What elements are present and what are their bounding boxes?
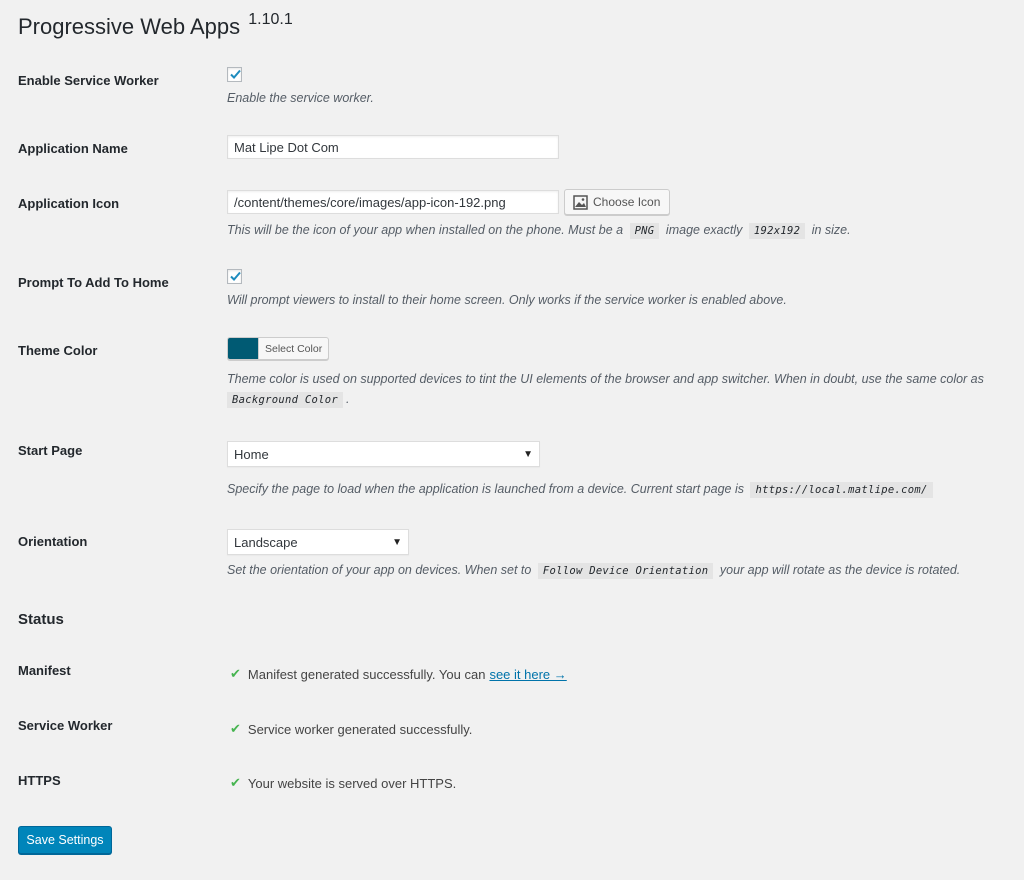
prompt-home-checkbox[interactable] [227, 269, 242, 289]
service-worker-label: Enable Service Worker [18, 73, 159, 88]
theme-color-description: Theme color is used on supported devices… [227, 369, 1017, 410]
status-heading: Status [18, 611, 64, 628]
service-worker-status-text: Service worker generated successfully. [247, 721, 473, 737]
start-page-value: Home [234, 446, 269, 462]
success-check-icon: ✔ [230, 775, 241, 790]
app-icon-desc-3: in size. [811, 223, 851, 237]
chevron-down-icon: ▼ [392, 536, 402, 548]
theme-color-desc-1: Theme color is used on supported devices… [227, 372, 984, 386]
manifest-status-text: Manifest generated successfully. You can [247, 666, 486, 682]
orientation-label: Orientation [18, 534, 88, 549]
prompt-home-label: Prompt To Add To Home [18, 275, 169, 290]
size-code: 192x192 [748, 223, 806, 239]
manifest-label: Manifest [18, 663, 71, 678]
check-icon [230, 271, 241, 281]
theme-color-picker[interactable]: Select Color [227, 337, 330, 360]
app-icon-input[interactable] [227, 190, 559, 214]
app-icon-description: This will be the icon of your app when i… [227, 220, 1017, 241]
service-worker-status: ✔ Service worker generated successfully. [230, 721, 472, 737]
https-status-text: Your website is served over HTTPS. [247, 775, 457, 791]
image-icon [573, 194, 588, 210]
page-title: Progressive Web Apps 1.10.1 [18, 11, 293, 40]
app-icon-label: Application Icon [18, 196, 120, 211]
version-label: 1.10.1 [248, 11, 293, 28]
orientation-desc-1: Set the orientation of your app on devic… [227, 563, 532, 577]
choose-icon-label: Choose Icon [593, 195, 661, 209]
page-title-text: Progressive Web Apps [18, 14, 241, 39]
prompt-home-description: Will prompt viewers to install to their … [227, 293, 787, 307]
start-page-label: Start Page [18, 443, 83, 458]
see-manifest-link[interactable]: see it here → [489, 667, 566, 682]
app-icon-desc-2: image exactly [665, 223, 743, 237]
success-check-icon: ✔ [230, 666, 241, 681]
follow-device-code: Follow Device Orientation [537, 563, 714, 579]
theme-color-label: Theme Color [18, 343, 98, 358]
service-worker-checkbox[interactable] [227, 67, 242, 87]
select-color-label: Select Color [258, 338, 328, 359]
color-swatch [228, 338, 258, 359]
check-icon [230, 69, 241, 79]
success-check-icon: ✔ [230, 721, 241, 736]
orientation-desc-2: your app will rotate as the device is ro… [719, 563, 961, 577]
chevron-down-icon: ▼ [523, 448, 533, 460]
https-label: HTTPS [18, 773, 61, 788]
https-status: ✔ Your website is served over HTTPS. [230, 775, 456, 791]
start-url-code: https://local.matlipe.com/ [750, 482, 933, 498]
background-color-code: Background Color [227, 392, 343, 408]
choose-icon-button[interactable]: Choose Icon [564, 189, 671, 215]
app-name-input[interactable] [227, 135, 559, 159]
service-worker-status-label: Service Worker [18, 718, 113, 733]
manifest-status: ✔ Manifest generated successfully. You c… [230, 666, 567, 682]
app-name-label: Application Name [18, 141, 128, 156]
start-page-desc-1: Specify the page to load when the applic… [227, 482, 744, 496]
service-worker-description: Enable the service worker. [227, 91, 374, 105]
save-settings-button[interactable]: Save Settings [18, 826, 112, 854]
theme-color-desc-2: . [345, 392, 350, 406]
start-page-description: Specify the page to load when the applic… [227, 479, 1017, 500]
orientation-value: Landscape [234, 534, 298, 550]
app-icon-desc-1: This will be the icon of your app when i… [227, 223, 624, 237]
orientation-description: Set the orientation of your app on devic… [227, 560, 1017, 581]
orientation-select[interactable]: Landscape ▼ [227, 529, 409, 555]
png-code: PNG [629, 223, 660, 239]
start-page-select[interactable]: Home ▼ [227, 441, 540, 467]
